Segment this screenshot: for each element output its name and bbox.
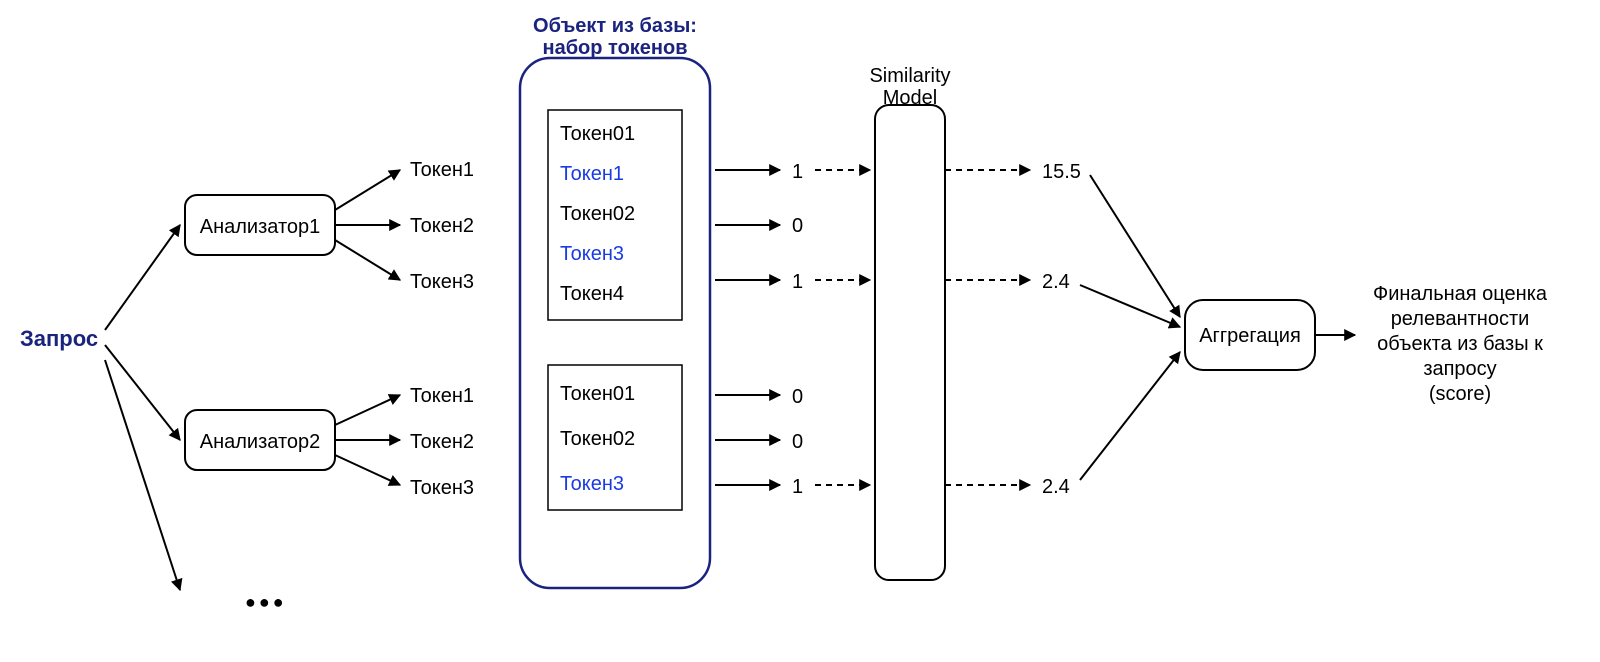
flag-g1-1: 1 — [792, 161, 803, 183]
g1-t2: Токен02 — [560, 203, 635, 225]
a1-token3: Токен3 — [410, 271, 474, 293]
final-l4: запросу — [1423, 358, 1496, 380]
g2-t0: Токен01 — [560, 383, 635, 405]
score-3: 2.4 — [1042, 476, 1070, 498]
a1-token1: Токен1 — [410, 159, 474, 181]
simmodel-title-l2: Model — [883, 87, 937, 109]
analyzer1-label: Анализатор1 — [200, 216, 321, 238]
flag-g2-3: 1 — [792, 476, 803, 498]
analyzer2-label: Анализатор2 — [200, 431, 321, 453]
a2-token1: Токен1 — [410, 385, 474, 407]
arrow-a1-t3 — [335, 240, 400, 280]
a2-token3: Токен3 — [410, 477, 474, 499]
arrow-root-to-analyzer1 — [105, 225, 180, 330]
final-l5: (score) — [1429, 383, 1491, 405]
g1-t3: Токен3 — [560, 243, 624, 265]
aggregation-label: Аггрегация — [1199, 325, 1301, 347]
simmodel-title-l1: Similarity — [869, 65, 950, 87]
arrow-a2-t3 — [335, 455, 400, 485]
final-l1: Финальная оценка — [1373, 283, 1548, 305]
final-l3: объекта из базы к — [1377, 333, 1543, 355]
a1-token2: Токен2 — [410, 215, 474, 237]
g1-t1: Токен1 — [560, 163, 624, 185]
flag-g1-2: 0 — [792, 215, 803, 237]
arrow-root-to-ellipsis — [105, 360, 180, 590]
arrow-score3-agg — [1080, 352, 1180, 480]
arrow-a2-t1 — [335, 395, 400, 425]
final-l2: релевантности — [1391, 308, 1530, 330]
g2-t1: Токен02 — [560, 428, 635, 450]
arrow-score2-agg — [1080, 285, 1180, 327]
score-2: 2.4 — [1042, 271, 1070, 293]
g1-t0: Токен01 — [560, 123, 635, 145]
tokenset-title-l2: набор токенов — [542, 37, 687, 59]
pipeline-diagram: Запрос Анализатор1 Анализатор2 ●●● Токен… — [0, 0, 1600, 662]
score-1: 15.5 — [1042, 161, 1081, 183]
flag-g2-1: 0 — [792, 386, 803, 408]
arrow-a1-t1 — [335, 170, 400, 210]
flag-g2-2: 0 — [792, 431, 803, 453]
tokenset-title-l1: Объект из базы: — [533, 15, 697, 37]
root-label: Запрос — [20, 326, 98, 351]
a2-token2: Токен2 — [410, 431, 474, 453]
similarity-model-box — [875, 105, 945, 580]
g2-t2: Токен3 — [560, 473, 624, 495]
g1-t4: Токен4 — [560, 283, 624, 305]
flag-g1-3: 1 — [792, 271, 803, 293]
ellipsis-dots: ●●● — [245, 592, 287, 612]
